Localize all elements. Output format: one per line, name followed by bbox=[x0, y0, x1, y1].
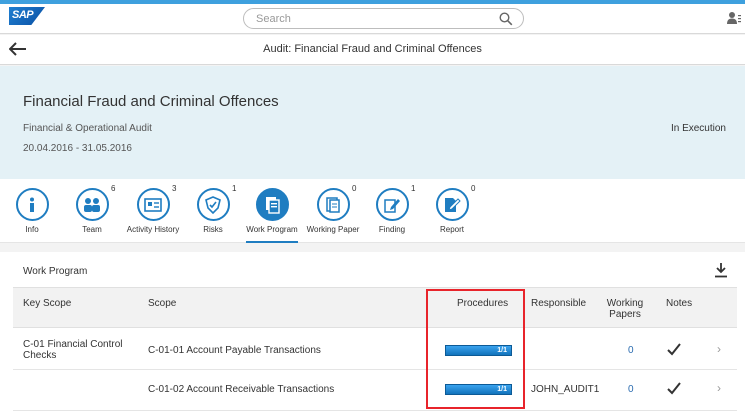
object-subtitle: Financial & Operational Audit bbox=[23, 123, 152, 134]
working-papers-count[interactable]: 0 bbox=[628, 384, 634, 395]
table-row[interactable]: C-01-02 Account Receivable Transactions … bbox=[13, 370, 737, 411]
object-title: Financial Fraud and Criminal Offences bbox=[23, 93, 279, 110]
tab-work-program[interactable]: Work Program bbox=[237, 188, 307, 234]
working-papers-count[interactable]: 0 bbox=[628, 345, 634, 356]
tab-label: Report bbox=[439, 225, 464, 234]
tab-count: 1 bbox=[232, 184, 237, 193]
tab-label: Work Program bbox=[246, 225, 298, 234]
team-icon: 6 bbox=[75, 184, 116, 221]
column-scope[interactable]: Scope bbox=[148, 298, 176, 309]
tab-count: 0 bbox=[471, 184, 476, 193]
activity-history-icon: 3 bbox=[136, 184, 177, 221]
work-program-icon bbox=[255, 188, 289, 221]
user-menu-icon[interactable] bbox=[727, 11, 741, 25]
tab-label: Team bbox=[82, 225, 102, 234]
tab-report[interactable]: 0 Report bbox=[417, 184, 487, 234]
tab-count: 6 bbox=[111, 184, 116, 193]
info-icon bbox=[15, 188, 49, 221]
responsible-cell: JOHN_AUDIT1 bbox=[531, 384, 600, 395]
scope-cell: C-01-02 Account Receivable Transactions bbox=[148, 384, 335, 395]
report-icon: 0 bbox=[435, 184, 476, 221]
download-icon[interactable] bbox=[714, 262, 728, 278]
logo-text: SAP bbox=[12, 9, 34, 21]
table-header: Key Scope Scope Procedures Responsible W… bbox=[13, 287, 737, 328]
column-notes[interactable]: Notes bbox=[666, 298, 692, 309]
scope-cell: C-01-01 Account Payable Transactions bbox=[148, 345, 321, 356]
tab-count: 3 bbox=[172, 184, 177, 193]
tab-team[interactable]: 6 Team bbox=[57, 184, 127, 234]
shell-bar: SAP Search bbox=[0, 4, 745, 34]
risk-icon: 1 bbox=[196, 184, 237, 221]
working-paper-icon: 0 bbox=[316, 184, 357, 221]
search-icon[interactable] bbox=[499, 12, 513, 26]
page-header: Audit: Financial Fraud and Criminal Offe… bbox=[0, 35, 745, 65]
column-working-papers[interactable]: Working Papers bbox=[603, 298, 647, 320]
object-date-range: 20.04.2016 - 31.05.2016 bbox=[23, 143, 132, 154]
sap-logo[interactable]: SAP bbox=[9, 7, 45, 25]
chevron-right-icon[interactable]: › bbox=[717, 381, 721, 395]
column-key-scope[interactable]: Key Scope bbox=[23, 298, 71, 309]
tab-count: 1 bbox=[411, 184, 416, 193]
checkmark-icon bbox=[667, 343, 681, 356]
column-responsible[interactable]: Responsible bbox=[531, 298, 586, 309]
object-header: Financial Fraud and Criminal Offences Fi… bbox=[0, 66, 745, 179]
status-text: In Execution bbox=[670, 123, 726, 134]
active-tab-indicator bbox=[246, 241, 298, 243]
icon-tab-bar: Info 6 Team 3 Activity History 1 Risks W… bbox=[0, 179, 745, 243]
procedures-highlight-box bbox=[426, 289, 525, 409]
page-title: Audit: Financial Fraud and Criminal Offe… bbox=[263, 43, 482, 55]
chevron-right-icon[interactable]: › bbox=[717, 342, 721, 356]
checkmark-icon bbox=[667, 382, 681, 395]
key-scope-cell: C-01 Financial Control Checks bbox=[23, 339, 123, 361]
search-placeholder: Search bbox=[256, 13, 291, 25]
table-row[interactable]: C-01 Financial Control Checks C-01-01 Ac… bbox=[13, 329, 737, 370]
search-field[interactable]: Search bbox=[243, 8, 524, 29]
tab-count: 0 bbox=[352, 184, 357, 193]
section-title: Work Program bbox=[23, 266, 88, 277]
work-program-section: Work Program Key Scope Scope Procedures … bbox=[0, 252, 745, 416]
finding-icon: 1 bbox=[375, 184, 416, 221]
